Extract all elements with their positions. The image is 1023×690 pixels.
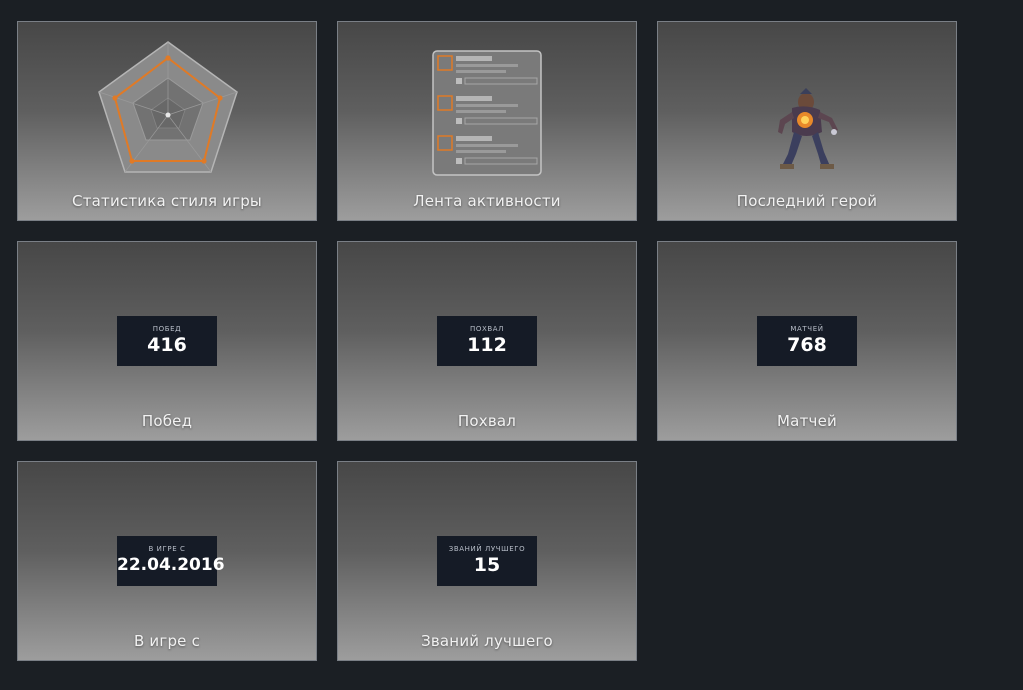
tile-matches[interactable]: МАТЧЕЙ 768 Матчей: [657, 241, 957, 441]
tile-label: Последний герой: [736, 192, 878, 210]
stat-caption: ЗВАНИЙ ЛУЧШЕГО: [448, 545, 526, 553]
tile-playing-since[interactable]: В ИГРЕ С 22.04.2016 В игре с: [17, 461, 317, 661]
stat-box: ПОХВАЛ 112: [437, 316, 537, 366]
tile-playstyle-stats[interactable]: Статистика стиля игры: [17, 21, 317, 221]
stat-caption: ПОБЕД: [152, 325, 182, 333]
activity-feed-icon: [432, 50, 542, 176]
tile-last-hero[interactable]: Последний герой: [657, 21, 957, 221]
stat-value: 768: [787, 334, 827, 356]
stat-value: 416: [147, 334, 187, 356]
stat-box: ЗВАНИЙ ЛУЧШЕГО 15: [437, 536, 537, 586]
tile-activity-feed[interactable]: Лента активности: [337, 21, 637, 221]
tile-label: Похвал: [457, 412, 517, 430]
stat-caption: В ИГРЕ С: [148, 545, 186, 553]
tile-commends[interactable]: ПОХВАЛ 112 Похвал: [337, 241, 637, 441]
tile-wins[interactable]: ПОБЕД 416 Побед: [17, 241, 317, 441]
stat-value: 22.04.2016: [117, 555, 225, 575]
radar-chart-icon: [98, 41, 238, 173]
tile-label: Побед: [141, 412, 193, 430]
tile-label: В игре с: [133, 632, 201, 650]
stat-box: МАТЧЕЙ 768: [757, 316, 857, 366]
tile-label: Лента активности: [413, 192, 561, 210]
stat-box: В ИГРЕ С 22.04.2016: [117, 536, 225, 586]
stat-value: 112: [467, 334, 507, 356]
stat-caption: ПОХВАЛ: [469, 325, 505, 333]
tile-label: Матчей: [777, 412, 837, 430]
stat-value: 15: [473, 554, 501, 576]
tile-label: Статистика стиля игры: [72, 192, 262, 210]
tile-label: Званий лучшего: [421, 632, 553, 650]
stat-box: ПОБЕД 416: [117, 316, 217, 366]
tile-best-ranks[interactable]: ЗВАНИЙ ЛУЧШЕГО 15 Званий лучшего: [337, 461, 637, 661]
stat-caption: МАТЧЕЙ: [790, 325, 824, 333]
hero-portrait-icon: [778, 88, 838, 169]
